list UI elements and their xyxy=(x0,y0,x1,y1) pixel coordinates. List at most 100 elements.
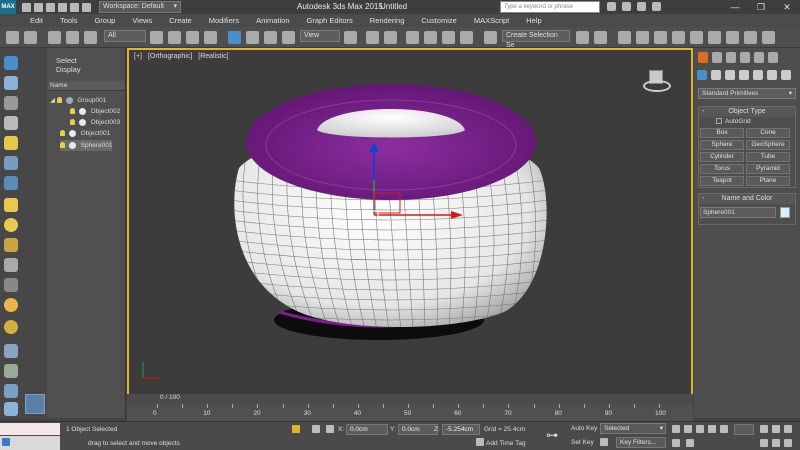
new-file-icon[interactable] xyxy=(22,2,31,12)
scene-canvas[interactable] xyxy=(129,50,693,396)
x-coordinate-field[interactable]: 0.0cm xyxy=(346,424,388,435)
add-time-tag-button[interactable]: Add Time Tag xyxy=(486,440,526,447)
menu-views[interactable]: Views xyxy=(132,16,152,25)
light-bulb-icon[interactable] xyxy=(56,97,62,104)
explorer-column-header[interactable]: Name xyxy=(48,81,125,91)
menu-help[interactable]: Help xyxy=(526,16,541,25)
orbit-icon[interactable] xyxy=(784,439,792,447)
motion-tab-icon[interactable] xyxy=(740,52,750,63)
globe-icon[interactable] xyxy=(4,402,18,416)
binoculars-icon[interactable] xyxy=(607,2,616,11)
key-filters-button[interactable]: Key Filters... xyxy=(616,437,666,448)
set-key-icon[interactable] xyxy=(600,438,608,446)
particle-icon[interactable] xyxy=(4,258,18,272)
cone-icon[interactable] xyxy=(4,278,18,292)
menu-modifiers[interactable]: Modifiers xyxy=(209,16,239,25)
name-color-title[interactable]: Name and Color xyxy=(699,194,795,204)
compound-icon[interactable] xyxy=(4,238,18,252)
menu-rendering[interactable]: Rendering xyxy=(370,16,405,25)
viewcube[interactable] xyxy=(643,66,671,94)
tree-item-sphere001[interactable]: Sphere001 xyxy=(60,140,112,151)
menu-tools[interactable]: Tools xyxy=(60,16,78,25)
auto-key-button[interactable]: Auto Key xyxy=(571,425,597,432)
pan-icon[interactable] xyxy=(772,439,780,447)
play-icon[interactable] xyxy=(696,425,704,433)
menu-edit[interactable]: Edit xyxy=(30,16,43,25)
help-icon[interactable] xyxy=(652,2,661,11)
scale-tool-icon[interactable] xyxy=(264,31,277,44)
current-frame-field[interactable] xyxy=(734,424,754,435)
cone-button[interactable]: Cone xyxy=(746,128,790,138)
layer-manager-icon[interactable] xyxy=(618,31,631,44)
render-setup-icon[interactable] xyxy=(708,31,721,44)
close-button[interactable]: ✕ xyxy=(774,0,800,14)
graphite-ribbon-icon[interactable] xyxy=(636,31,649,44)
named-selection-dropdown[interactable]: Create Selection Se xyxy=(502,30,570,49)
helper-icon[interactable] xyxy=(4,176,18,190)
space-warps-icon[interactable] xyxy=(767,70,777,80)
reference-coordinate-dropdown[interactable]: View xyxy=(300,30,340,42)
undo-icon[interactable] xyxy=(6,31,19,44)
percent-snap-icon[interactable] xyxy=(442,31,455,44)
box-object-icon[interactable] xyxy=(4,198,18,212)
selection-lock-icon[interactable] xyxy=(292,425,300,433)
primitive-category-dropdown[interactable]: Standard Primitives ▾ xyxy=(698,88,796,99)
utilities-tab-icon[interactable] xyxy=(768,52,778,63)
sphere-button[interactable]: Sphere xyxy=(700,140,744,150)
user-icon[interactable] xyxy=(622,2,631,11)
sphere-light-icon[interactable] xyxy=(4,320,18,334)
torus-button[interactable]: Torus xyxy=(700,164,744,174)
checkbox-icon[interactable] xyxy=(716,118,722,125)
layer-explorer-icon[interactable] xyxy=(25,394,45,414)
open-file-icon[interactable] xyxy=(34,2,43,12)
field-of-view-icon[interactable] xyxy=(760,439,768,447)
search-input[interactable]: Type a keyword or phrase xyxy=(500,1,600,13)
y-coordinate-field[interactable]: 0.0cm xyxy=(398,424,438,435)
align-icon[interactable] xyxy=(594,31,607,44)
edit-named-selection-icon[interactable] xyxy=(484,31,497,44)
maxscript-icon[interactable] xyxy=(2,438,10,446)
select-object-icon[interactable] xyxy=(150,31,163,44)
object-type-title[interactable]: Object Type xyxy=(699,107,795,117)
shapes-icon[interactable] xyxy=(711,70,721,80)
dots-grid-icon[interactable] xyxy=(4,344,18,358)
project-folder-icon[interactable] xyxy=(82,2,91,12)
grid-icon[interactable] xyxy=(4,96,18,110)
rotate-tool-icon[interactable] xyxy=(246,31,259,44)
autogrid-checkbox[interactable]: AutoGrid xyxy=(716,118,751,125)
tab-display[interactable]: Display xyxy=(56,65,81,74)
time-tag-icon[interactable] xyxy=(476,438,484,446)
helpers-icon[interactable] xyxy=(753,70,763,80)
systems-icon[interactable] xyxy=(781,70,791,80)
viewport-orthographic[interactable]: [+] [Orthographic] [Realistic] xyxy=(127,48,693,396)
lights-icon[interactable] xyxy=(725,70,735,80)
save-file-icon[interactable] xyxy=(46,2,55,12)
geosphere-button[interactable]: GeoSphere xyxy=(746,140,790,150)
workspace-dropdown[interactable]: Workspace: Default ▾ xyxy=(99,1,181,13)
next-frame-icon[interactable] xyxy=(708,425,716,433)
set-key-button[interactable]: Set Key xyxy=(571,439,594,446)
rendered-frame-window-icon[interactable] xyxy=(726,31,739,44)
shape-icon[interactable] xyxy=(4,218,18,232)
redo-icon[interactable] xyxy=(24,31,37,44)
maximize-button[interactable]: ❐ xyxy=(748,0,774,14)
light-bulb-icon[interactable] xyxy=(60,142,65,149)
key-icon[interactable]: ⊶ xyxy=(546,428,558,442)
box-button[interactable]: Box xyxy=(700,128,744,138)
minimize-button[interactable]: — xyxy=(722,0,748,14)
selection-filter-dropdown[interactable]: All xyxy=(104,30,146,42)
teapot-button[interactable]: Teapot xyxy=(700,176,744,186)
tube-button[interactable]: Tube xyxy=(746,152,790,162)
time-config-icon[interactable] xyxy=(686,439,694,447)
place-tool-icon[interactable] xyxy=(282,31,295,44)
select-by-name-icon[interactable] xyxy=(168,31,181,44)
create-tab-icon[interactable] xyxy=(698,52,708,63)
time-slider[interactable]: 0 / 100 xyxy=(127,394,693,404)
snaps-toggle-icon[interactable] xyxy=(406,31,419,44)
collapse-arrow-icon[interactable]: ◢ xyxy=(50,97,55,104)
select-manipulate-icon[interactable] xyxy=(366,31,379,44)
curve-editor-icon[interactable] xyxy=(654,31,667,44)
tree-item-group001[interactable]: ◢ Group001 xyxy=(50,95,106,106)
bind-space-warp-icon[interactable] xyxy=(84,31,97,44)
cameras-icon[interactable] xyxy=(739,70,749,80)
